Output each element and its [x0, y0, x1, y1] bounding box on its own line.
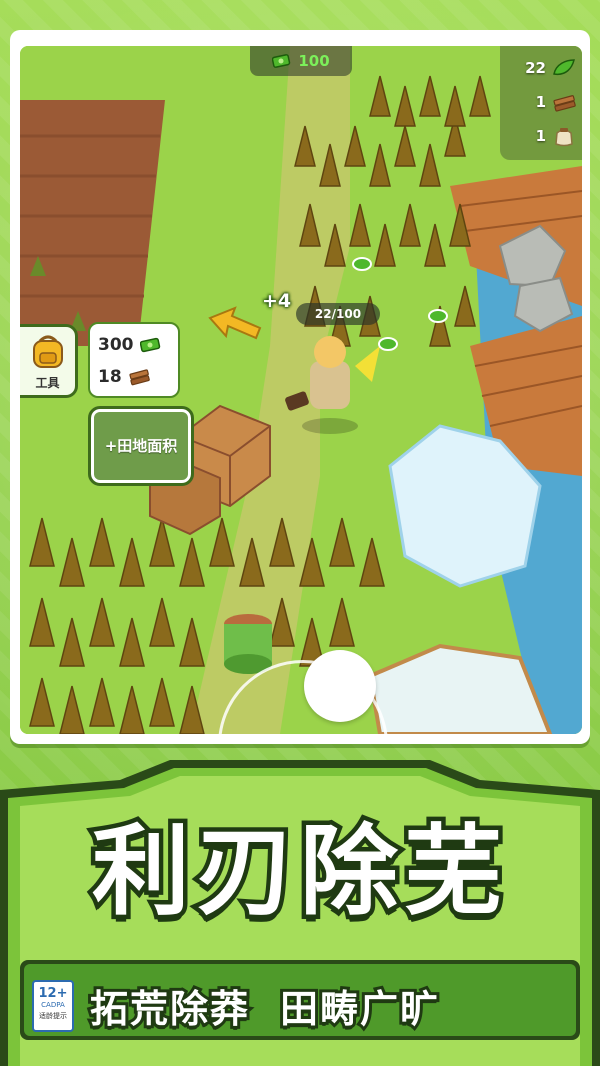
banner-subtitle: 拓荒除莽 田畴广旷 — [87, 978, 560, 1034]
resource-leaf: 22 — [525, 54, 576, 82]
resource-panel: 22 1 1 — [500, 46, 582, 160]
age-rating-badge: 12+ CADPA 适龄提示 — [32, 980, 74, 1032]
barrel — [224, 614, 272, 674]
carry-capacity: 22/100 — [296, 303, 380, 325]
money-counter: 100 — [250, 46, 352, 76]
wood-count: 1 — [535, 93, 546, 111]
resource-wood: 1 — [536, 88, 576, 116]
sack-count: 1 — [535, 127, 546, 145]
joystick-knob[interactable] — [304, 650, 376, 722]
tool-button[interactable]: 工具 — [20, 324, 78, 398]
leaf-icon — [553, 59, 575, 76]
backpack-icon — [33, 335, 63, 368]
cash-icon — [139, 337, 160, 353]
harvest-gain: +4 — [262, 290, 292, 312]
age-rating-note: 适龄提示 — [39, 1012, 67, 1020]
sack-icon — [555, 128, 573, 147]
age-rating-org: CADPA — [41, 1001, 65, 1009]
game-viewport[interactable]: 100 22 1 1 工具 300 18 +田地面积 +4 22/100 — [20, 46, 582, 734]
wood-cost: 18 — [98, 367, 122, 387]
money-cost: 300 — [98, 335, 134, 355]
cash-icon — [272, 54, 291, 68]
resource-sack: 1 — [536, 122, 576, 150]
tool-button-label: 工具 — [35, 376, 60, 390]
banner-subtitle-left: 拓荒除莽 — [87, 984, 251, 1034]
expand-cost-bubble: 300 18 — [88, 322, 180, 398]
money-amount: 100 — [298, 52, 330, 70]
banner-subtitle-right: 田畴广旷 — [277, 984, 441, 1034]
money-cost-row: 300 — [98, 330, 162, 360]
age-rating: 12+ — [38, 986, 68, 1001]
expand-field-button[interactable]: +田地面积 — [88, 406, 194, 486]
wood-plank-icon — [553, 95, 576, 112]
leaf-count: 22 — [525, 59, 546, 77]
wood-cost-row: 18 — [98, 362, 150, 392]
expand-field-label: +田地面积 — [104, 437, 178, 455]
wood-plank-icon — [129, 369, 150, 386]
banner-headline: 利刃除芜 — [87, 811, 508, 934]
